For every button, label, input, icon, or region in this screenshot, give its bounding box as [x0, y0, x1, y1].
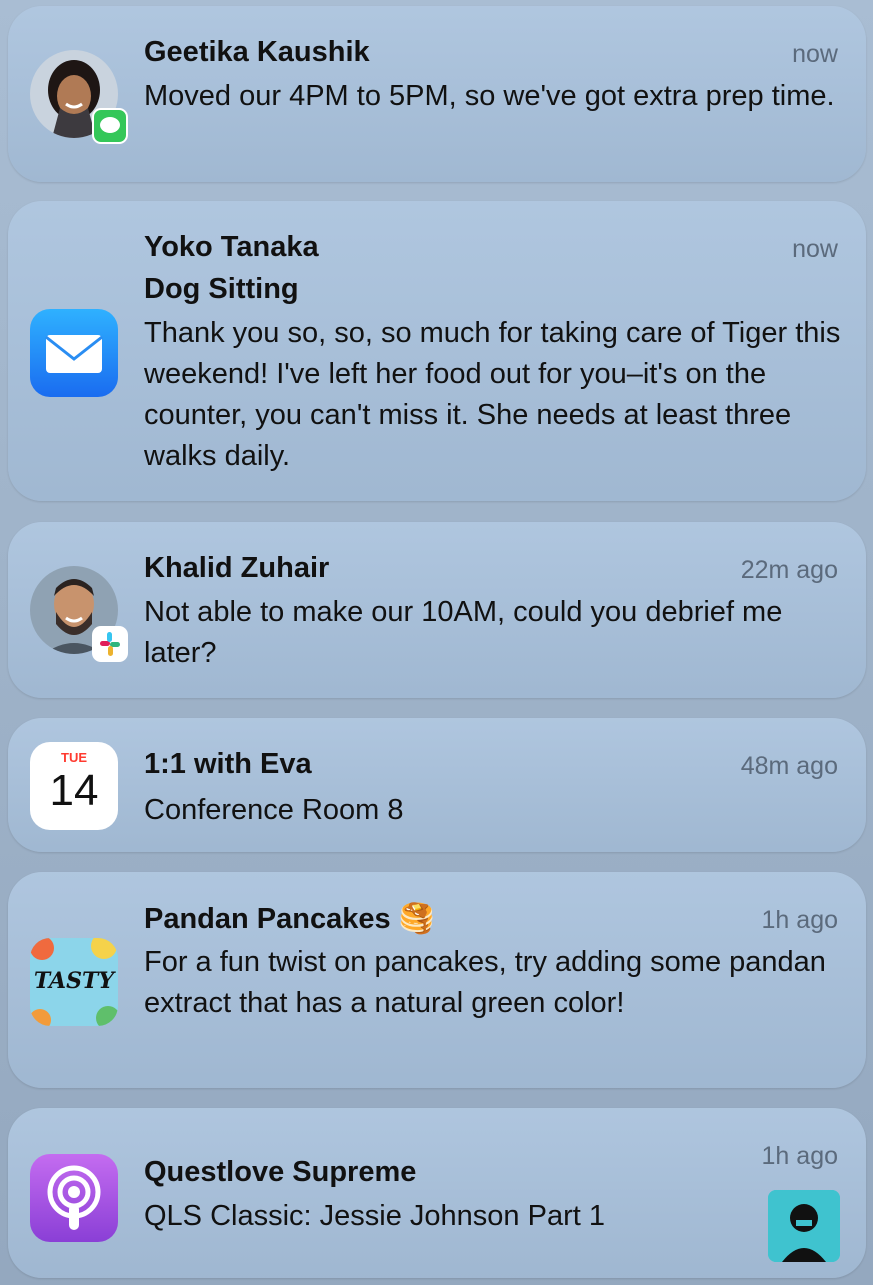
- calendar-day: TUE: [61, 750, 87, 765]
- notification-message: Thank you so, so, so much for taking car…: [144, 317, 841, 472]
- notification-sender: Yoko Tanaka: [144, 231, 319, 263]
- notification-message: Conference Room 8: [144, 794, 404, 826]
- notification-tasty[interactable]: TASTY Pandan Pancakes 🥞 1h ago For a fun…: [8, 872, 866, 1088]
- notification-message: Not able to make our 10AM, could you deb…: [144, 596, 783, 669]
- notification-khalid[interactable]: Khalid Zuhair 22m ago Not able to make o…: [8, 522, 866, 698]
- notification-message: For a fun twist on pancakes, try adding …: [144, 946, 826, 1019]
- notification-sender: Pandan Pancakes 🥞: [144, 902, 435, 936]
- calendar-icon: TUE 14: [30, 742, 118, 830]
- notification-time: 48m ago: [740, 752, 838, 780]
- notification-time: 1h ago: [761, 1142, 838, 1170]
- notification-sender: 1:1 with Eva: [144, 748, 312, 780]
- notification-subject: Dog Sitting: [144, 273, 299, 305]
- notification-sender-text: Pandan Pancakes: [144, 903, 391, 935]
- slack-icon: [92, 626, 128, 662]
- notification-yoko[interactable]: Yoko Tanaka now Dog Sitting Thank you so…: [8, 201, 866, 501]
- notification-time: now: [792, 235, 838, 263]
- notification-message: QLS Classic: Jessie Johnson Part 1: [144, 1200, 605, 1232]
- tasty-icon: TASTY: [30, 938, 118, 1026]
- notification-time: 22m ago: [740, 556, 838, 584]
- notification-time: 1h ago: [761, 906, 838, 934]
- podcast-artwork: [768, 1190, 840, 1262]
- notification-podcast[interactable]: Questlove Supreme 1h ago QLS Classic: Je…: [8, 1108, 866, 1278]
- notification-geetika[interactable]: Geetika Kaushik now Moved our 4PM to 5PM…: [8, 6, 866, 182]
- tasty-logo-text: TASTY: [33, 968, 115, 994]
- notification-time: now: [792, 40, 838, 68]
- notification-sender: Questlove Supreme: [144, 1156, 417, 1188]
- notification-calendar[interactable]: TUE 14 1:1 with Eva 48m ago Conference R…: [8, 718, 866, 852]
- notification-message: Moved our 4PM to 5PM, so we've got extra…: [144, 80, 835, 112]
- podcasts-icon: [30, 1154, 118, 1242]
- notification-sender: Khalid Zuhair: [144, 552, 330, 584]
- messages-icon: [92, 108, 128, 144]
- mail-icon: [30, 309, 118, 397]
- pancakes-emoji: 🥞: [398, 903, 435, 935]
- notification-sender: Geetika Kaushik: [144, 36, 370, 68]
- calendar-date: 14: [49, 766, 99, 815]
